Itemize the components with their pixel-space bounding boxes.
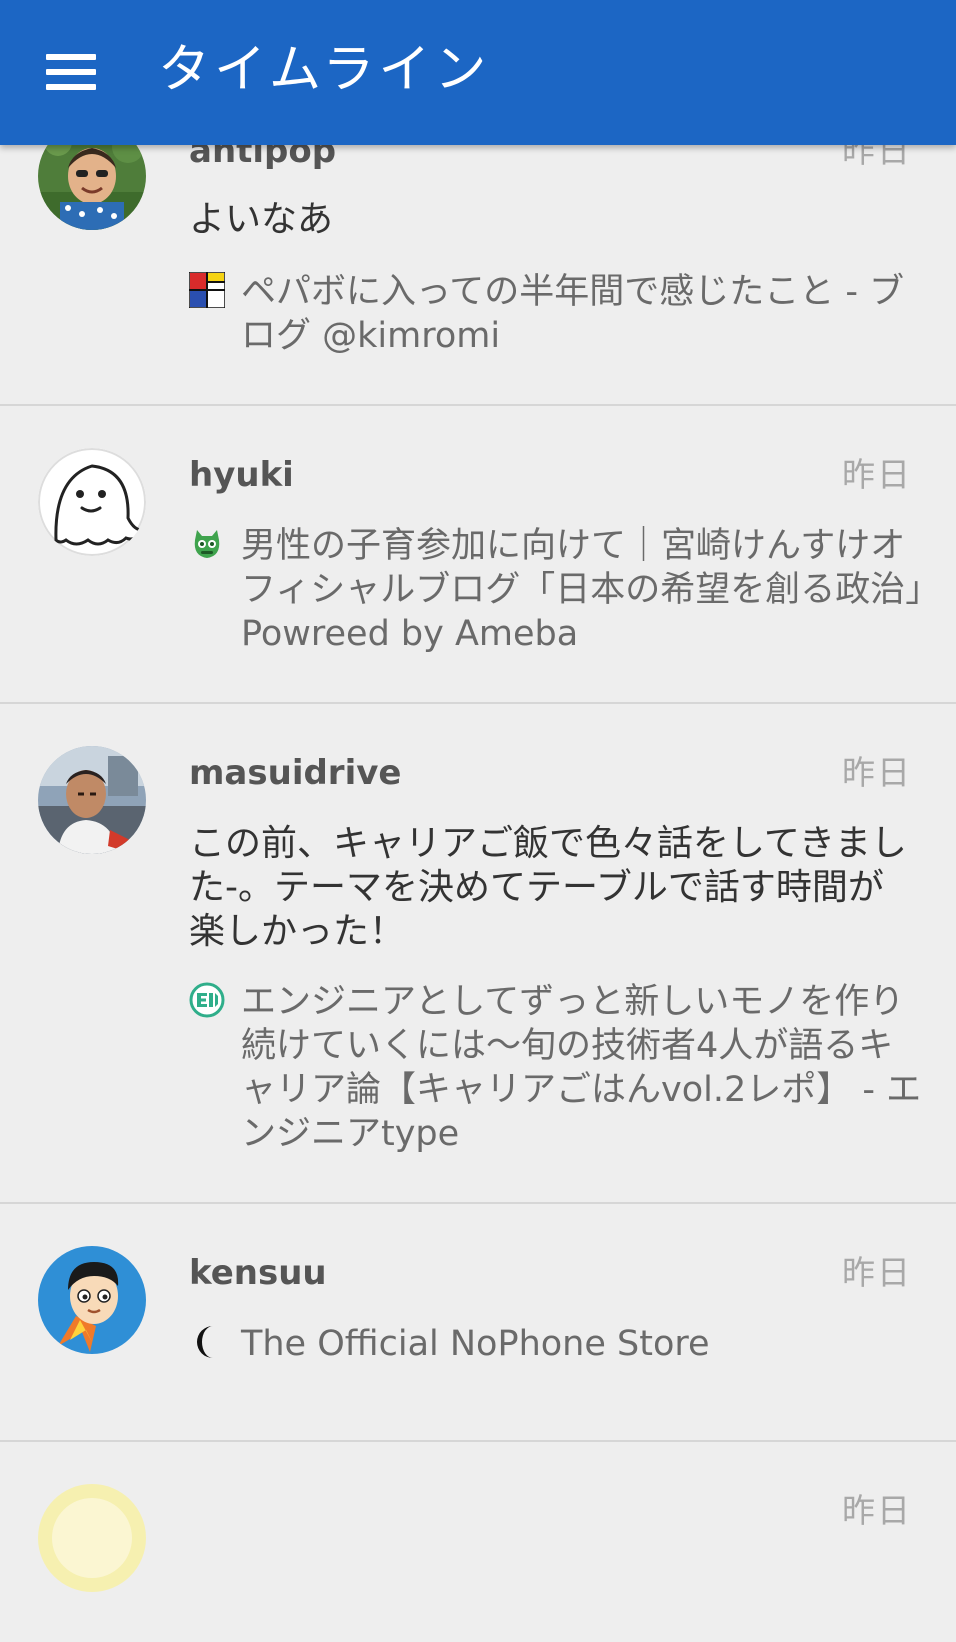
timeline-entry[interactable]: hyuki 昨日 男性の子育参加に向けて｜宮崎けんすけオフィシャルブログ「日本の… <box>0 406 956 704</box>
user-avatar[interactable] <box>38 1484 146 1592</box>
link-title[interactable]: The Official NoPhone Store <box>241 1322 924 1366</box>
timestamp: 昨日 <box>842 455 912 494</box>
username[interactable]: hyuki <box>189 452 294 498</box>
timestamp: 昨日 <box>842 753 912 792</box>
page-title: タイムライン <box>158 40 491 100</box>
link-title[interactable]: 男性の子育参加に向けて｜宮崎けんすけオフィシャルブログ「日本の希望を創る政治」P… <box>241 524 924 656</box>
comment-text: この前、キャリアご飯で色々話をしてきました-。テーマを決めてテーブルで話す時間が… <box>189 823 907 952</box>
user-avatar[interactable] <box>38 746 146 854</box>
user-avatar[interactable] <box>38 1246 146 1354</box>
timestamp: 昨日 <box>842 1491 912 1530</box>
timeline-entry[interactable]: masuidrive 昨日 この前、キャリアご飯で色々話をしてきました-。テーマ… <box>0 704 956 1204</box>
link-title[interactable]: エンジニアとしてずっと新しいモノを作り続けていくには〜旬の技術者4人が語るキャリ… <box>241 980 924 1156</box>
comment-text: よいなあ <box>189 199 334 240</box>
hamburger-menu-icon[interactable] <box>30 40 110 104</box>
bookmark-link[interactable]: 男性の子育参加に向けて｜宮崎けんすけオフィシャルブログ「日本の希望を創る政治」P… <box>189 524 924 656</box>
link-title[interactable]: ペパボに入っての半年間で感じたこと - ブログ @kimromi <box>241 270 924 358</box>
bookmark-link[interactable]: ペパボに入っての半年間で感じたこと - ブログ @kimromi <box>188 270 924 358</box>
app-bar: タイムライン <box>0 0 956 145</box>
mondrian-favicon-icon <box>188 271 226 309</box>
timeline-entry[interactable]: 昨日 <box>0 1442 956 1642</box>
timeline-entry[interactable]: kensuu 昨日 The Official NoPhone Store <box>0 1204 956 1442</box>
bookmark-link[interactable]: The Official NoPhone Store <box>189 1322 924 1366</box>
nophone-favicon-icon <box>189 1324 225 1360</box>
user-avatar[interactable] <box>38 448 146 556</box>
engineer-type-favicon-icon <box>189 982 225 1018</box>
timestamp: 昨日 <box>842 1253 912 1292</box>
bookmark-link[interactable]: エンジニアとしてずっと新しいモノを作り続けていくには〜旬の技術者4人が語るキャリ… <box>189 980 924 1156</box>
username[interactable]: masuidrive <box>189 750 401 796</box>
username[interactable]: kensuu <box>189 1250 327 1296</box>
ameba-favicon-icon <box>189 526 225 562</box>
